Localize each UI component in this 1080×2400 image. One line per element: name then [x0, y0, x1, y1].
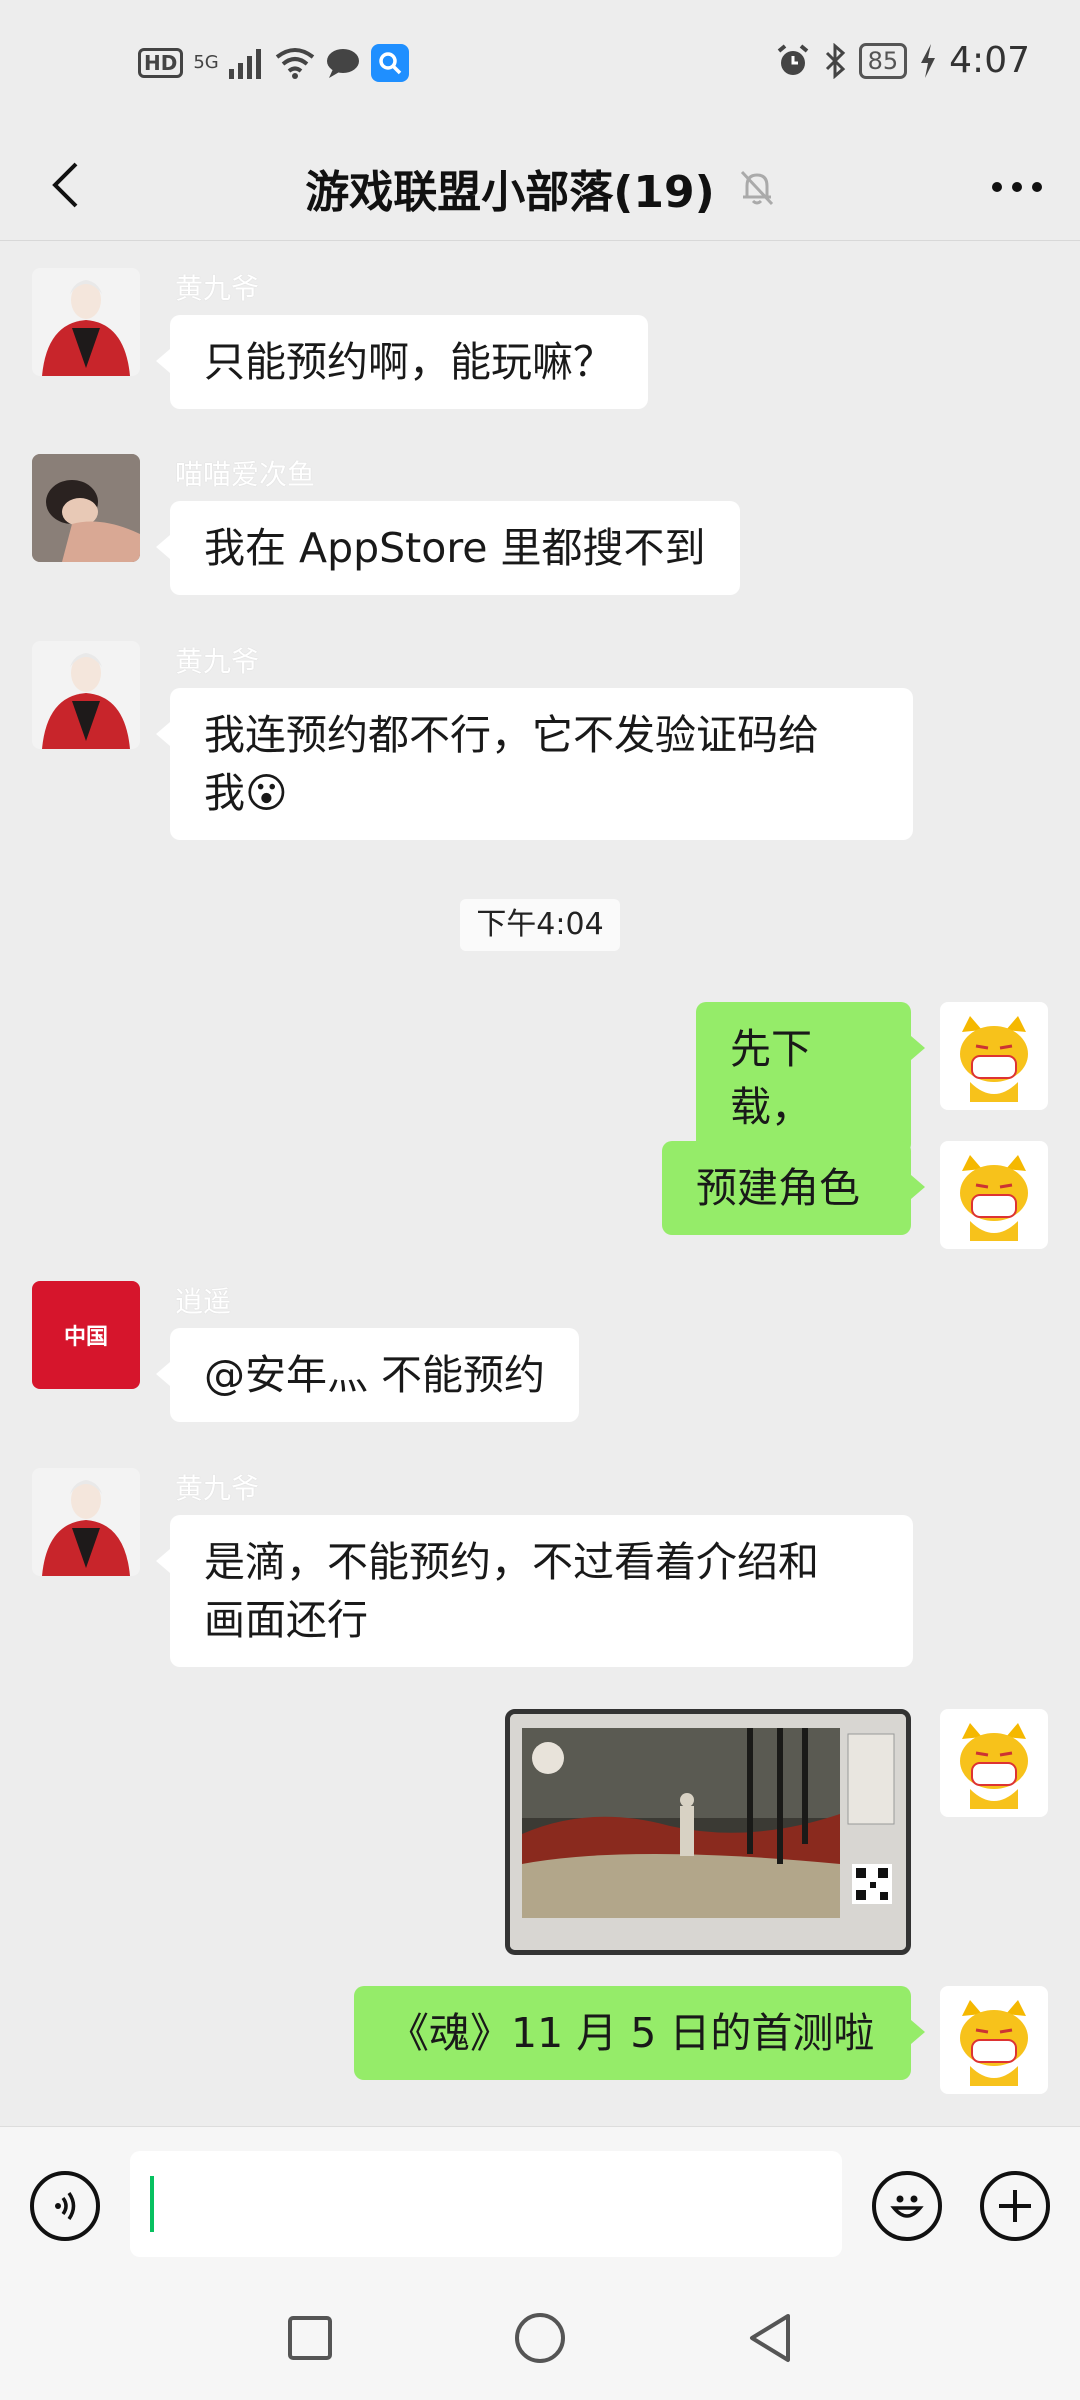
avatar-self[interactable]	[940, 1986, 1048, 2094]
voice-input-button[interactable]	[30, 2171, 100, 2241]
chat-title: 游戏联盟小部落(19)	[305, 167, 715, 218]
triangle-back-icon	[750, 2314, 790, 2362]
emoji-icon	[890, 2195, 924, 2218]
text-caret	[150, 2176, 154, 2232]
signal-icon	[228, 49, 261, 79]
network-type: 5G	[193, 52, 219, 73]
message-bubble[interactable]: @安年灬 不能预约	[155, 1328, 580, 1422]
message-text: @安年灬 不能预约	[204, 1351, 546, 1399]
bluetooth-icon	[825, 42, 845, 79]
message-bubble-own[interactable]: 《魂》11 月 5 日的首测啦	[354, 1986, 925, 2080]
more-options-button[interactable]	[982, 152, 1052, 222]
message-bubble[interactable]: 只能预约啊，能玩嘛？	[156, 315, 648, 409]
wifi-icon	[275, 48, 314, 79]
voice-icon	[55, 2192, 76, 2220]
image-message[interactable]	[505, 1709, 911, 1955]
avatar-self[interactable]	[940, 1141, 1048, 1249]
message-bubble-own[interactable]: 预建角色	[662, 1141, 925, 1235]
sender-name: 黄九爷	[175, 645, 260, 678]
back-nav-button[interactable]	[740, 2308, 800, 2368]
avatar-miaomiao[interactable]	[32, 454, 140, 562]
timestamp: 下午4:04	[460, 899, 620, 951]
battery-level: 85	[858, 42, 908, 79]
sender-name: 喵喵爱次鱼	[175, 458, 316, 491]
home-button[interactable]	[510, 2308, 570, 2368]
message-bubble-icon	[326, 49, 359, 78]
message-input[interactable]	[130, 2151, 842, 2257]
charging-icon	[921, 43, 936, 78]
add-more-button[interactable]	[980, 2171, 1050, 2241]
message-bubble-own[interactable]: 先下载，	[696, 1002, 925, 1154]
message-bubble[interactable]: 我在 AppStore 里都搜不到	[156, 501, 740, 595]
system-nav-bar	[0, 2286, 1080, 2400]
avatar-text: 中国	[63, 1325, 108, 1350]
game-screenshot-image	[510, 1714, 906, 1950]
message-bubble[interactable]: 是滴，不能预约，不过看着介绍和 画面还行	[156, 1515, 913, 1667]
message-list[interactable]: 黄九爷 只能预约啊，能玩嘛？ 喵喵爱次鱼 我在 AppStore 里都搜不到 黄…	[0, 241, 1080, 2126]
avatar-huangjiuye[interactable]	[32, 641, 140, 749]
emoji-button[interactable]	[872, 2171, 942, 2241]
status-left: HD 5G	[138, 44, 409, 82]
message-text: 只能预约啊，能玩嘛？	[204, 338, 614, 386]
message-bubble[interactable]: 我连预约都不行，它不发验证码给 我😮	[156, 688, 913, 840]
hd-badge: HD	[138, 48, 184, 78]
message-text: 预建角色	[696, 1164, 860, 1212]
sender-name: 逍遥	[175, 1285, 232, 1318]
more-dots-icon	[992, 182, 1042, 192]
avatar-self[interactable]	[940, 1709, 1048, 1817]
message-text-line: 画面还行	[204, 1596, 368, 1644]
circle-icon	[515, 2313, 565, 2363]
input-bar	[0, 2126, 1080, 2287]
message-text-line: 是滴，不能预约，不过看着介绍和	[204, 1538, 819, 1586]
avatar-xiaoyao[interactable]: 中国	[32, 1281, 140, 1389]
square-icon	[288, 2316, 332, 2360]
message-text-line: 我😮	[204, 769, 288, 817]
avatar-huangjiuye[interactable]	[32, 1468, 140, 1576]
search-app-icon	[370, 44, 409, 82]
chat-title-area: 游戏联盟小部落(19)	[0, 156, 1080, 220]
message-text: 先下载，	[730, 1025, 812, 1131]
status-bar: HD 5G 85 4:07	[0, 0, 1080, 130]
sender-name: 黄九爷	[175, 1472, 260, 1505]
plus-icon	[999, 2190, 1031, 2222]
muted-bell-icon	[740, 170, 773, 206]
recent-apps-button[interactable]	[280, 2308, 340, 2368]
avatar-huangjiuye[interactable]	[32, 268, 140, 376]
clock: 4:07	[949, 40, 1030, 81]
sender-name: 黄九爷	[175, 272, 260, 305]
message-text: 我在 AppStore 里都搜不到	[204, 524, 706, 572]
alarm-icon	[777, 43, 808, 75]
message-text: 《魂》11 月 5 日的首测啦	[388, 2009, 875, 2057]
chat-header: 游戏联盟小部落(19)	[0, 130, 1080, 241]
message-text-line: 我连预约都不行，它不发验证码给	[204, 711, 819, 759]
status-right: 85 4:07	[775, 40, 1030, 81]
avatar-self[interactable]	[940, 1002, 1048, 1110]
